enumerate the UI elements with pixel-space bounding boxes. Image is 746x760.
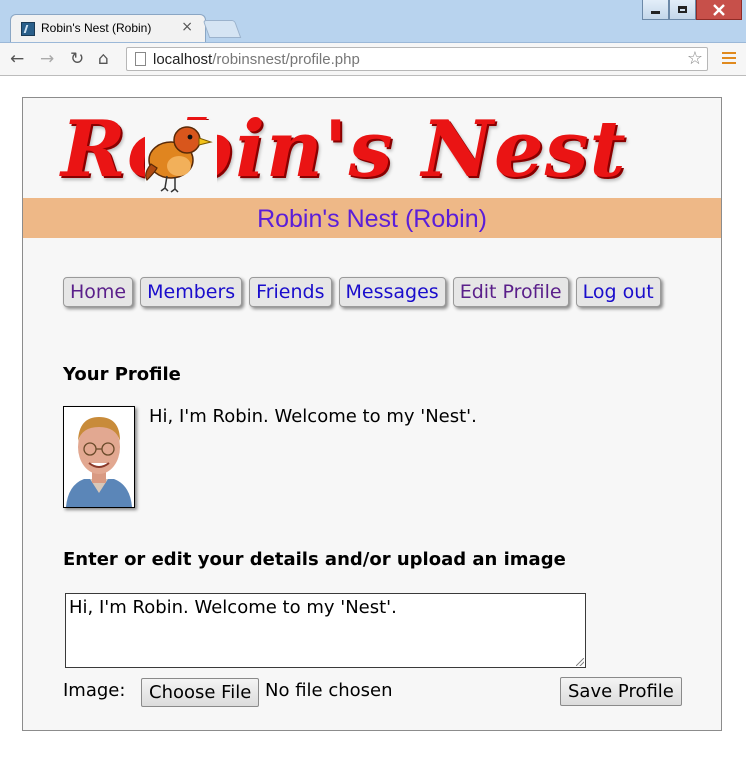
menu-members-link[interactable]: Members [140, 277, 243, 307]
window-controls [642, 0, 742, 20]
forward-arrow-icon[interactable]: → [40, 49, 54, 69]
browser-titlebar: Robin's Nest (Robin) × [0, 0, 746, 43]
close-icon [713, 3, 725, 16]
page-container: Robin's Nest Robin's Nest (Robin) Home M… [22, 97, 722, 731]
robin-bird-icon [145, 120, 217, 194]
menu-edit-profile-link[interactable]: Edit Profile [452, 277, 569, 307]
browser-menu-icon[interactable] [722, 52, 736, 67]
page-icon [135, 52, 146, 66]
app-title: Robin's Nest (Robin) [257, 205, 487, 233]
bookmark-star-icon[interactable]: ☆ [687, 48, 703, 69]
maximize-icon [678, 6, 687, 13]
back-arrow-icon[interactable]: ← [10, 49, 24, 69]
main-menu: Home Members Friends Messages Edit Profi… [63, 277, 668, 307]
resize-grip-icon[interactable] [576, 658, 584, 666]
url-text: localhost/robinsnest/profile.php [153, 51, 360, 68]
url-path: /robinsnest/profile.php [212, 51, 360, 68]
url-host: localhost [153, 51, 213, 68]
menu-log-out-link[interactable]: Log out [575, 277, 661, 307]
browser-tab[interactable]: Robin's Nest (Robin) × [10, 14, 206, 42]
profile-heading: Your Profile [63, 364, 181, 385]
close-tab-icon[interactable]: × [181, 19, 193, 35]
menu-friends-link[interactable]: Friends [249, 277, 332, 307]
menu-home-link[interactable]: Home [63, 277, 134, 307]
choose-file-button[interactable]: Choose File [141, 678, 260, 707]
site-favicon-icon [21, 22, 35, 36]
browser-toolbar: ← → ↻ ⌂ localhost/robinsnest/profile.php… [0, 43, 746, 76]
menu-messages-link[interactable]: Messages [338, 277, 446, 307]
profile-photo [64, 407, 134, 507]
profile-text: Hi, I'm Robin. Welcome to my 'Nest'. [149, 406, 477, 427]
save-profile-button[interactable]: Save Profile [560, 677, 682, 706]
profile-avatar [63, 406, 135, 508]
textarea-value: Hi, I'm Robin. Welcome to my 'Nest'. [69, 597, 397, 618]
edit-details-heading: Enter or edit your details and/or upload… [63, 549, 566, 570]
profile-textarea[interactable]: Hi, I'm Robin. Welcome to my 'Nest'. [65, 593, 586, 668]
page-viewport: Robin's Nest Robin's Nest (Robin) Home M… [0, 76, 746, 760]
new-tab-button[interactable] [202, 20, 242, 38]
close-window-button[interactable] [696, 0, 742, 20]
tab-title: Robin's Nest (Robin) [41, 21, 152, 35]
reload-icon[interactable]: ↻ [70, 49, 84, 69]
app-title-bar: Robin's Nest (Robin) [23, 198, 721, 238]
maximize-button[interactable] [669, 0, 696, 20]
image-label: Image: [63, 680, 126, 701]
no-file-chosen-text: No file chosen [265, 680, 393, 701]
minimize-icon [651, 11, 660, 14]
home-icon[interactable]: ⌂ [98, 49, 109, 69]
address-bar[interactable]: localhost/robinsnest/profile.php ☆ [126, 47, 708, 71]
site-logo: Robin's Nest [23, 98, 721, 198]
minimize-button[interactable] [642, 0, 669, 20]
